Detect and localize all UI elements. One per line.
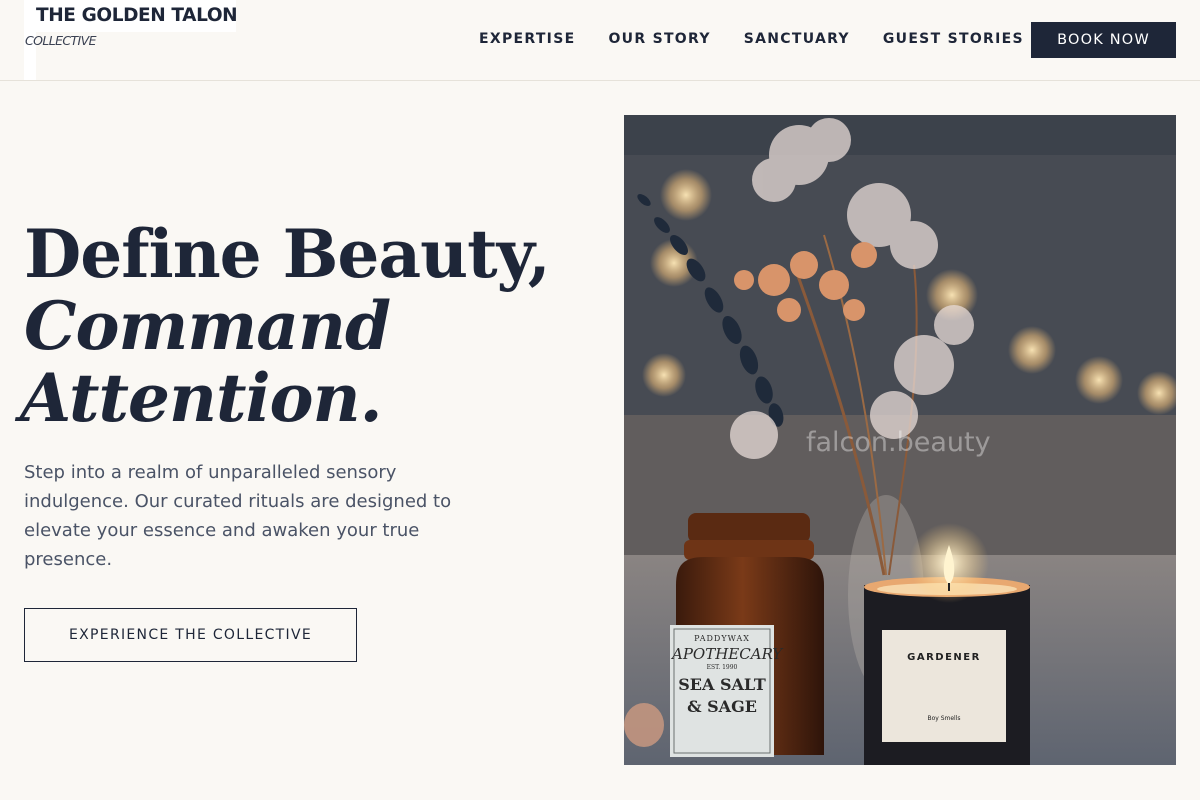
jar-label: PADDYWAX APOTHECARY EST. 1990 SEA SALT &… [672, 628, 783, 758]
nav-item-guest-stories[interactable]: GUEST STORIES [883, 31, 1024, 47]
main-nav: EXPERTISE OUR STORY SANCTUARY GUEST STOR… [479, 31, 1024, 47]
hero-headline-line-1: Define Beauty, [24, 215, 551, 293]
brand-logo[interactable]: THE GOLDEN TALON COLLECTIVE [24, 0, 238, 80]
book-now-button[interactable]: BOOK NOW [1031, 22, 1176, 58]
candle-name: GARDENER [907, 652, 981, 663]
experience-collective-button[interactable]: EXPERIENCE THE COLLECTIVE [24, 608, 357, 662]
hero-image: falcon.beauty PADDYWAX APOTHECARY EST. 1… [624, 115, 1176, 765]
hero-headline-line-3: Attention. [20, 359, 383, 437]
candle-maker: Boy Smells [927, 715, 961, 722]
candle-label: GARDENER Boy Smells [884, 632, 1004, 742]
nav-item-expertise[interactable]: EXPERTISE [479, 31, 575, 47]
hero-description: Step into a realm of unparalleled sensor… [24, 462, 452, 570]
jar-title: APOTHECARY [672, 645, 783, 663]
nav-item-our-story[interactable]: OUR STORY [608, 31, 710, 47]
logo-title[interactable]: THE GOLDEN TALON [36, 5, 238, 26]
nav-item-sanctuary[interactable]: SANCTUARY [744, 31, 850, 47]
hero-headline: Define Beauty, Command Attention. [20, 215, 584, 434]
jar-scent-line-1: SEA SALT [678, 675, 766, 694]
jar-brand: PADDYWAX [694, 634, 750, 643]
site-header: THE GOLDEN TALON COLLECTIVE EXPERTISE OU… [0, 0, 1200, 81]
logo-subtitle[interactable]: COLLECTIVE [25, 33, 97, 48]
jar-est: EST. 1990 [706, 664, 738, 671]
hero-headline-line-2: Command [24, 287, 391, 365]
jar-scent-line-2: & SAGE [687, 697, 757, 716]
image-watermark: falcon.beauty [806, 427, 991, 458]
